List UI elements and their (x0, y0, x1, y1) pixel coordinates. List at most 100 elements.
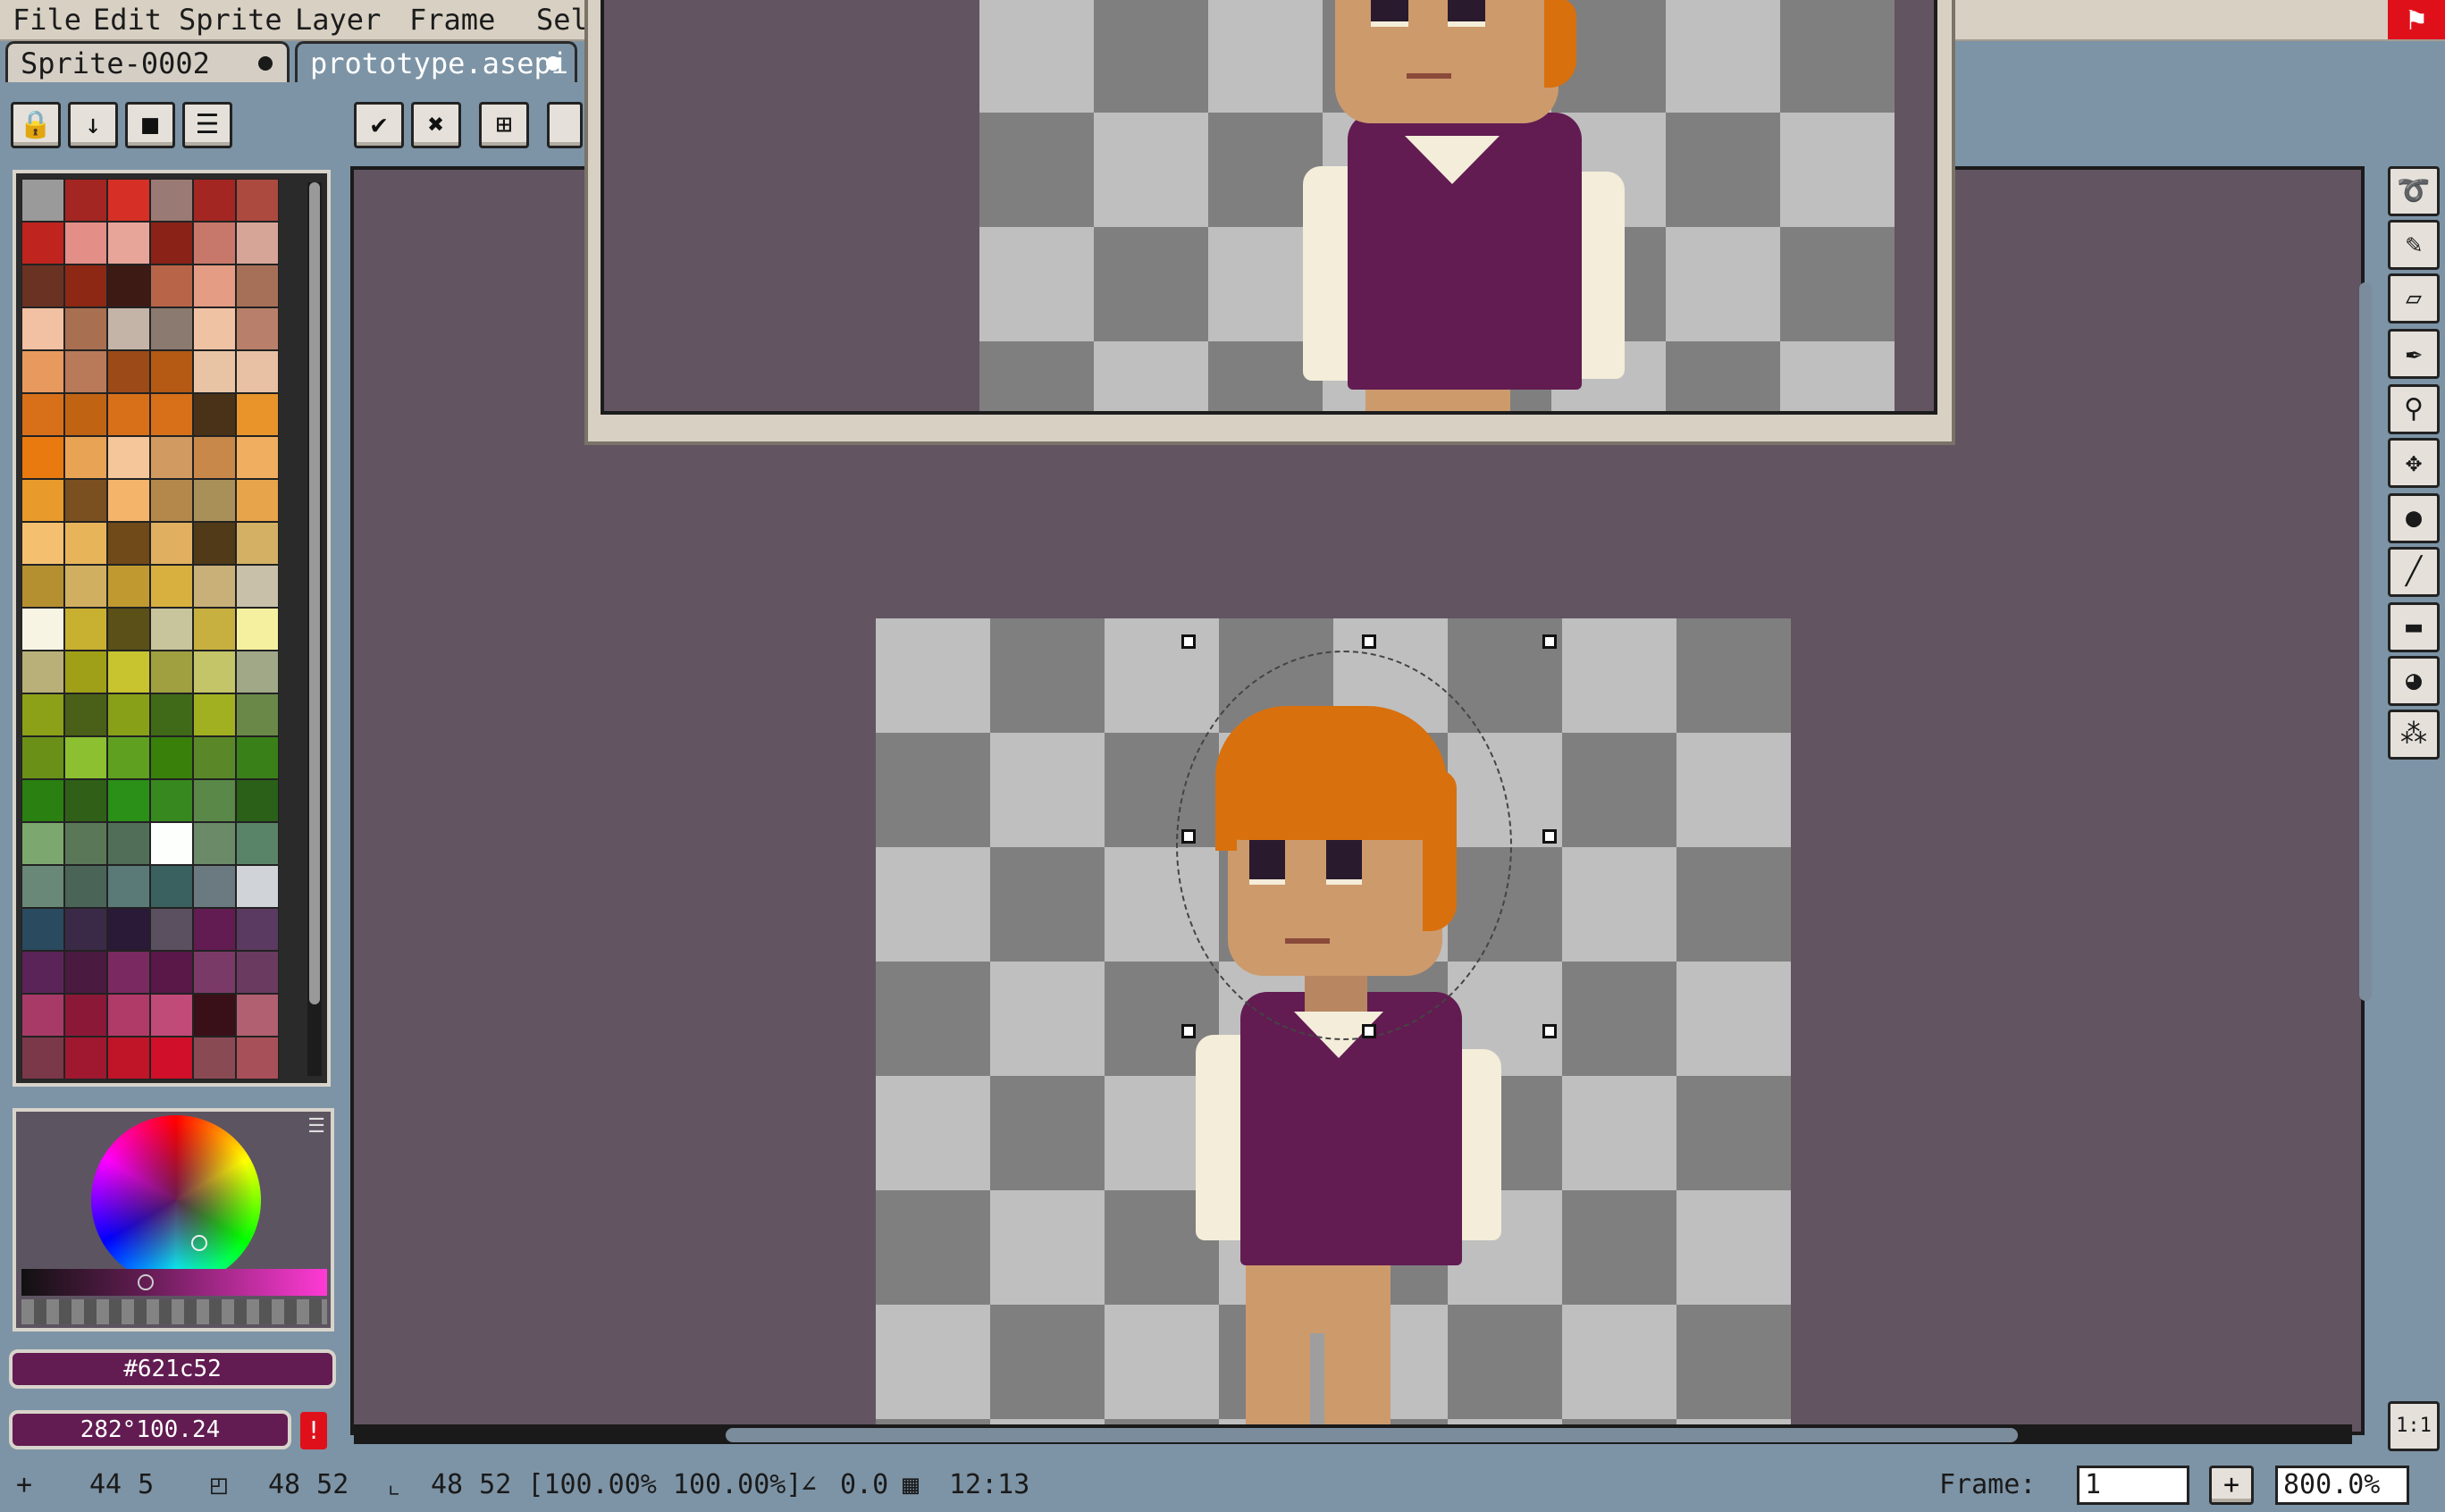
transform-handle-top-right[interactable] (1542, 634, 1557, 649)
eyedropper-tool[interactable]: ✒ (2388, 329, 2440, 379)
palette-swatch[interactable] (193, 822, 236, 865)
preview-window[interactable] (584, 0, 1955, 445)
palette-swatch[interactable] (64, 693, 107, 736)
palette-swatch[interactable] (64, 651, 107, 693)
palette-swatch[interactable] (107, 779, 150, 822)
palette-swatch[interactable] (236, 865, 279, 908)
palette-swatch[interactable] (150, 994, 193, 1037)
value-slider[interactable] (21, 1269, 327, 1296)
palette-swatch[interactable] (64, 865, 107, 908)
sprite-canvas[interactable] (876, 618, 1791, 1426)
palette-swatch[interactable] (236, 908, 279, 951)
flag-icon[interactable]: ⚑ (2388, 0, 2445, 39)
transform-handle-bottom[interactable] (1362, 1024, 1376, 1038)
palette-swatch[interactable] (64, 479, 107, 522)
palette-swatch[interactable] (21, 994, 64, 1037)
palette-swatch[interactable] (21, 393, 64, 436)
palette-swatch[interactable] (236, 736, 279, 779)
palette-swatch[interactable] (21, 265, 64, 307)
palette-swatch[interactable] (21, 522, 64, 565)
palette-swatch[interactable] (64, 265, 107, 307)
transform-handle-top-left[interactable] (1181, 634, 1196, 649)
lasso-tool[interactable]: ➰ (2388, 166, 2440, 216)
palette-swatch[interactable] (193, 865, 236, 908)
palette-swatch[interactable] (21, 951, 64, 994)
palette-swatch[interactable] (64, 736, 107, 779)
palette-swatch[interactable] (107, 994, 150, 1037)
palette-swatch[interactable] (193, 265, 236, 307)
move-tool[interactable]: ✥ (2388, 438, 2440, 488)
palette-swatch[interactable] (193, 651, 236, 693)
palette-swatch[interactable] (107, 179, 150, 222)
pencil-tool[interactable]: ✎ (2388, 220, 2440, 270)
palette-swatch[interactable] (150, 651, 193, 693)
palette-swatch[interactable] (64, 307, 107, 350)
palette-swatch[interactable] (21, 693, 64, 736)
palette-swatch[interactable] (236, 779, 279, 822)
palette-swatch[interactable] (107, 522, 150, 565)
palette-swatch[interactable] (193, 693, 236, 736)
palette-swatch[interactable] (107, 608, 150, 651)
palette-swatch[interactable] (150, 736, 193, 779)
hsv-color-field[interactable]: 282°100.24 (9, 1410, 291, 1449)
palette-swatch[interactable] (150, 350, 193, 393)
palette-swatch[interactable] (236, 822, 279, 865)
palette-swatch[interactable] (21, 565, 64, 608)
palette-swatch[interactable] (64, 179, 107, 222)
palette-swatch[interactable] (64, 608, 107, 651)
cancel-button[interactable]: ✖ (411, 102, 461, 148)
transform-handle-right[interactable] (1542, 829, 1557, 844)
selection-marquee[interactable] (1176, 651, 1512, 1040)
palette-swatch[interactable] (193, 951, 236, 994)
palette-swatch[interactable] (107, 736, 150, 779)
palette-swatch[interactable] (21, 608, 64, 651)
palette-swatch[interactable] (107, 693, 150, 736)
palette-swatch[interactable] (64, 565, 107, 608)
menu-layer[interactable]: Layer (295, 2, 381, 38)
palette-scrollbar[interactable] (307, 182, 322, 1076)
palette-swatch[interactable] (107, 350, 150, 393)
menu-file[interactable]: File (13, 2, 81, 38)
eraser-tool[interactable]: ▱ (2388, 273, 2440, 323)
confirm-button[interactable]: ✔ (354, 102, 404, 148)
palette-swatch[interactable] (64, 1037, 107, 1079)
palette-swatch[interactable] (64, 522, 107, 565)
palette-swatch[interactable] (193, 479, 236, 522)
color-wheel[interactable] (91, 1115, 261, 1285)
palette-swatch[interactable] (21, 307, 64, 350)
palette-swatch[interactable] (150, 865, 193, 908)
palette-swatch[interactable] (64, 779, 107, 822)
palette-swatch[interactable] (107, 393, 150, 436)
palette-swatch[interactable] (236, 522, 279, 565)
horizontal-scroll-thumb[interactable] (726, 1428, 2018, 1442)
palette-swatch[interactable] (21, 479, 64, 522)
palette-swatch[interactable] (107, 1037, 150, 1079)
palette-swatch[interactable] (150, 265, 193, 307)
palette-swatch[interactable] (107, 565, 150, 608)
value-slider-cursor[interactable] (138, 1274, 154, 1290)
alpha-slider[interactable] (21, 1299, 327, 1324)
palette-swatch[interactable] (150, 479, 193, 522)
palette-swatch[interactable] (193, 222, 236, 265)
palette-swatch[interactable] (21, 436, 64, 479)
palette-scroll-thumb[interactable] (309, 182, 320, 1004)
frame-input[interactable]: 1 (2077, 1466, 2189, 1505)
palette-swatch[interactable] (107, 265, 150, 307)
palette-swatch[interactable] (193, 307, 236, 350)
palette-swatch[interactable] (64, 822, 107, 865)
palette-swatch[interactable] (107, 822, 150, 865)
palette-swatch[interactable] (236, 651, 279, 693)
add-frame-button[interactable]: + (2209, 1466, 2254, 1505)
palette-swatch[interactable] (64, 350, 107, 393)
tab-sprite-0002[interactable]: Sprite-0002 (5, 41, 290, 82)
palette-swatch[interactable] (21, 822, 64, 865)
palette-swatch[interactable] (107, 865, 150, 908)
palette-swatch[interactable] (21, 651, 64, 693)
transform-button[interactable]: ⊞ (479, 102, 529, 148)
vertical-scroll-thumb[interactable] (2359, 282, 2372, 1001)
palette-swatch[interactable] (150, 951, 193, 994)
palette-swatch[interactable] (193, 736, 236, 779)
palette-swatch[interactable] (236, 265, 279, 307)
lock-layer-button[interactable]: 🔒 (11, 102, 61, 148)
palette-swatch[interactable] (150, 307, 193, 350)
